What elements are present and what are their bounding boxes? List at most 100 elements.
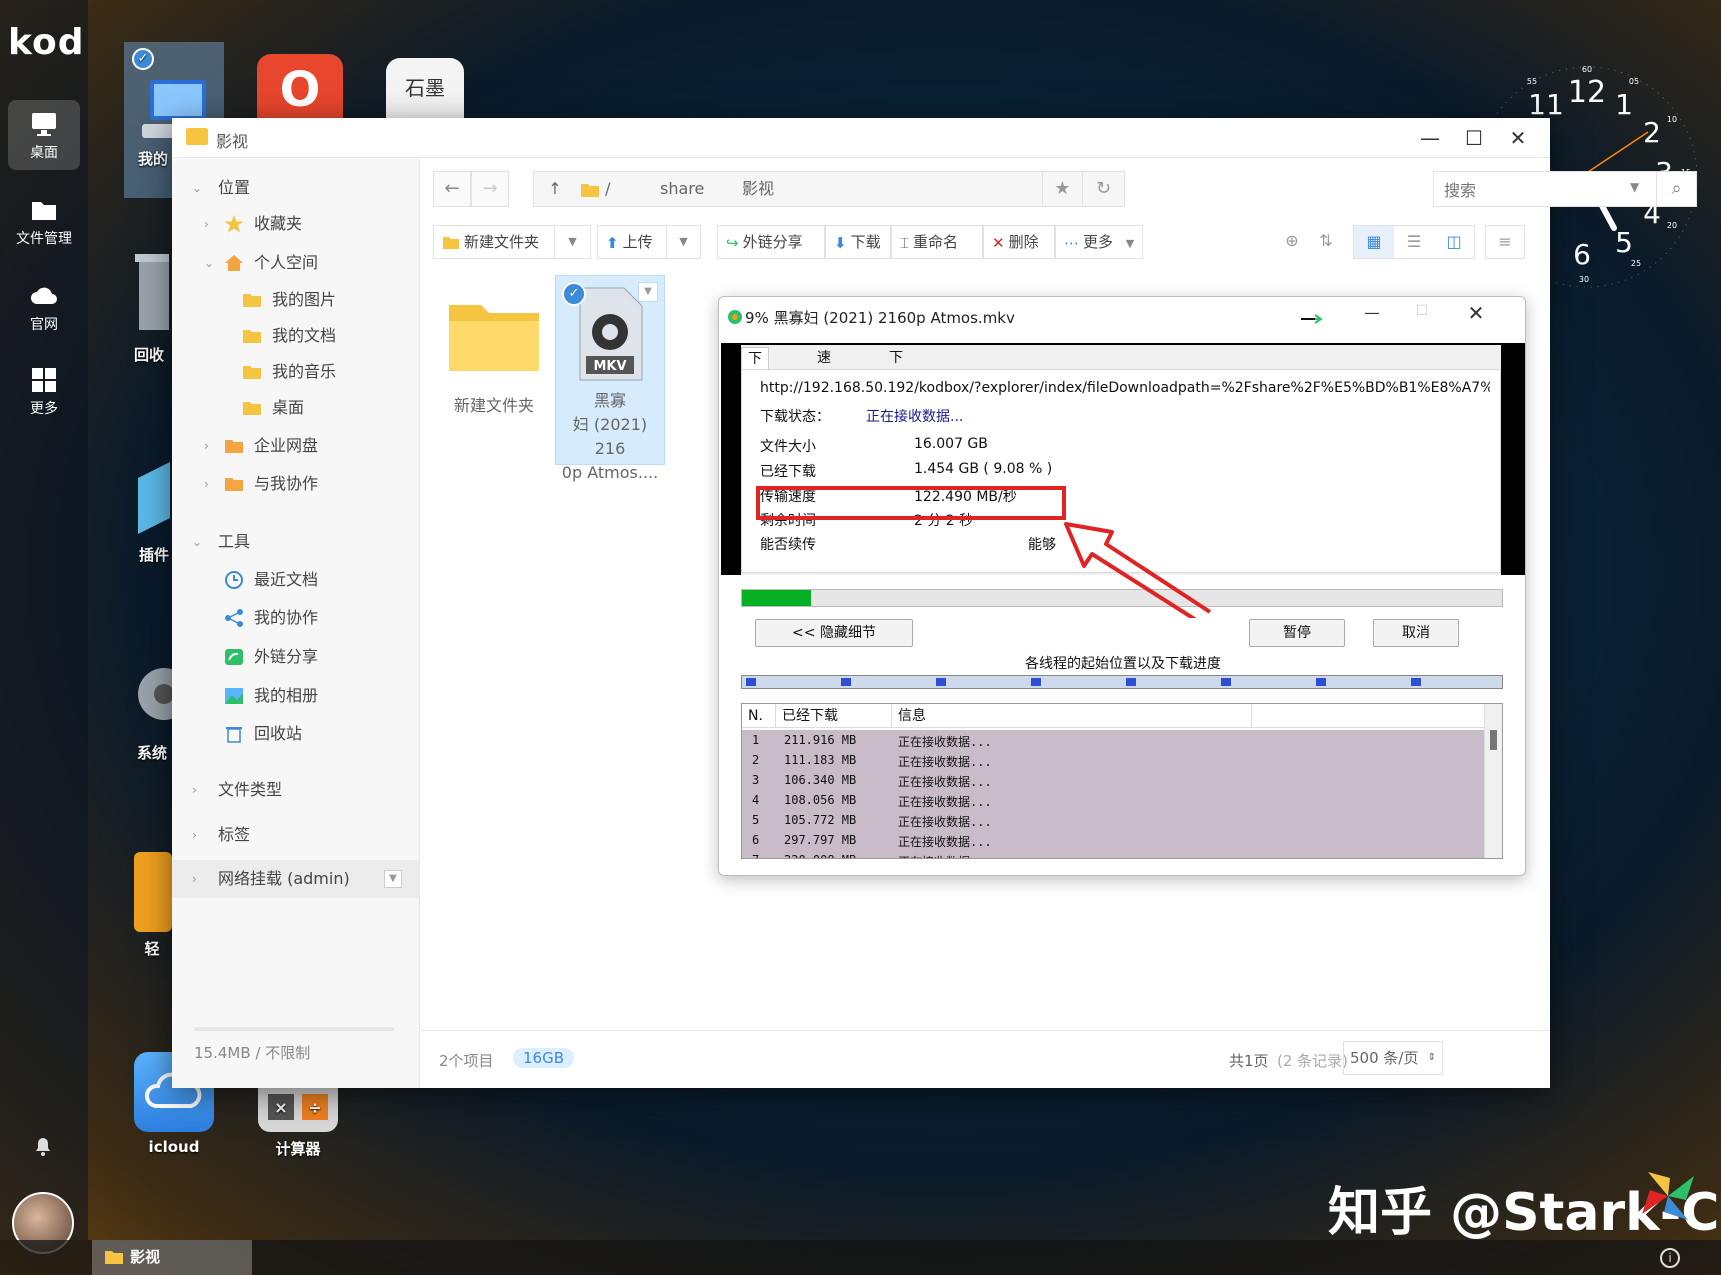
sidebar-item-my-documents[interactable]: 我的文档 [172, 319, 420, 353]
dock-item-desktop[interactable]: 桌面 [8, 100, 80, 170]
sidebar-item-desktop[interactable]: 桌面 [172, 391, 420, 425]
minimize-button[interactable]: — [1410, 124, 1450, 152]
grid-row[interactable]: 1 211.916 MB 正在接收数据... [742, 730, 1484, 750]
taskbar-item-explorer[interactable]: 影视 [92, 1240, 252, 1275]
list-view-icon[interactable]: ☰ [1394, 226, 1434, 258]
new-folder-button[interactable]: 新建文件夹 ▼ [433, 225, 591, 259]
file-item-folder[interactable]: 新建文件夹 [439, 299, 549, 418]
tab-completion-options[interactable]: 下载完成选项 [883, 347, 909, 476]
breadcrumb-current[interactable]: 影视 [742, 172, 774, 206]
desktop-icon-plugins[interactable]: 插件 [134, 458, 174, 565]
chevron-down-icon[interactable]: ▼ [1630, 180, 1639, 194]
link-share-button[interactable]: ↪ 外链分享 [717, 225, 825, 259]
tab-speed-limit[interactable]: 速度限制 [811, 347, 837, 432]
sidebar-section-location[interactable]: ⌄ 位置 [172, 171, 420, 205]
chevron-down-icon[interactable]: ▼ [554, 226, 590, 258]
info-icon[interactable]: i [1660, 1248, 1680, 1268]
desktop-icon-app[interactable]: 轻 [132, 850, 172, 959]
sidebar-section-file-types[interactable]: › 文件类型 [172, 773, 420, 807]
rename-button[interactable]: ⌶ 重命名 [891, 225, 983, 259]
download-manager-icon [728, 310, 742, 324]
grid-row[interactable]: 3 106.340 MB 正在接收数据... [742, 770, 1484, 790]
grid-row[interactable]: 6 297.797 MB 正在接收数据... [742, 830, 1484, 850]
minimize-button[interactable]: — [1357, 303, 1387, 327]
sidebar-item-link-share[interactable]: 外链分享 [172, 640, 420, 674]
rename-icon: ⌶ [900, 233, 910, 252]
desktop-icon-system[interactable]: 系统 [130, 654, 190, 763]
column-header-downloaded[interactable]: 已经下载 [776, 704, 892, 728]
scroll-thumb[interactable] [1490, 730, 1497, 750]
breadcrumb-root[interactable]: / [580, 172, 610, 206]
dock-item-website[interactable]: 官网 [8, 272, 80, 342]
grid-row[interactable]: 4 108.056 MB 正在接收数据... [742, 790, 1484, 810]
file-item-mkv[interactable]: ✓ ▼ MKV 黑寡 妇 (2021) 216 0p Atmos.... [555, 275, 665, 482]
sidebar-item-my-collab[interactable]: 我的协作 [172, 601, 420, 635]
close-button[interactable]: ✕ [1498, 124, 1538, 152]
refresh-icon[interactable]: ↻ [1082, 172, 1124, 206]
checkmark-icon[interactable]: ✓ [562, 282, 586, 306]
details-panel-icon[interactable]: ≡ [1485, 225, 1525, 259]
desktop-tile-shimo[interactable]: 石墨 [386, 58, 464, 118]
sidebar-item-personal-space[interactable]: ⌄ 个人空间 [172, 246, 420, 280]
tab-download-status[interactable]: 下载状态 [741, 347, 769, 433]
sort-icon[interactable]: ⇅ [1315, 231, 1337, 253]
maximize-button[interactable]: ☐ [1407, 303, 1437, 327]
sidebar-item-recycle-bin[interactable]: 回收站 [172, 717, 420, 751]
item-count: 2个项目 [439, 1052, 494, 1070]
sidebar-item-shared-with-me[interactable]: › 与我协作 [172, 467, 420, 501]
sidebar-section-network-mount[interactable]: › 网络挂载 (admin) ▼ [172, 860, 420, 898]
delete-button[interactable]: ✕ 删除 [983, 225, 1055, 259]
sidebar-item-enterprise-drive[interactable]: › 企业网盘 [172, 429, 420, 463]
split-view-icon[interactable]: ◫ [1434, 226, 1474, 258]
desktop-icon-recycle[interactable]: 回收 [126, 250, 172, 365]
close-button[interactable]: ✕ [1461, 301, 1491, 327]
bell-icon[interactable] [34, 1136, 52, 1156]
column-header-n[interactable]: N. [742, 704, 776, 728]
up-button[interactable]: ↑ [540, 172, 570, 206]
share-nodes-icon [225, 609, 243, 627]
dock-item-file-manager[interactable]: 文件管理 [8, 186, 80, 256]
grid-row[interactable]: 2 111.183 MB 正在接收数据... [742, 750, 1484, 770]
dock-item-more[interactable]: 更多 [8, 356, 80, 426]
download-button[interactable]: ⬇ 下载 [825, 225, 891, 259]
desktop-icon-calculator[interactable]: × ÷ 计算器 [252, 1084, 344, 1159]
star-icon[interactable]: ★ [1042, 172, 1082, 206]
dropdown-icon[interactable]: ▼ [384, 870, 402, 888]
per-page-select[interactable]: 500 条/页 ⇕ [1343, 1041, 1443, 1075]
hide-details-button[interactable]: << 隐藏细节 [755, 619, 913, 647]
sidebar-section-tags[interactable]: › 标签 [172, 818, 420, 852]
field-label-file-size: 文件大小 [760, 439, 816, 455]
chevron-down-icon[interactable]: ▼ [638, 282, 658, 302]
svg-text:×: × [274, 1098, 287, 1117]
clock-icon [225, 571, 243, 589]
grid-row[interactable]: 7 220.008 MB 正在接收数据... [742, 850, 1484, 858]
back-button[interactable]: ← [433, 171, 471, 207]
sidebar-item-my-album[interactable]: 我的相册 [172, 679, 420, 713]
more-button[interactable]: ⋯ 更多 ▼ [1055, 225, 1143, 259]
segments-label: 各线程的起始位置以及下载进度 [1025, 656, 1221, 672]
sidebar-item-recent-docs[interactable]: 最近文档 [172, 563, 420, 597]
breadcrumb-share[interactable]: share [660, 172, 704, 206]
sidebar-item-my-music[interactable]: 我的音乐 [172, 355, 420, 389]
sidebar-item-label: 桌面 [272, 398, 305, 417]
sidebar-section-tools[interactable]: ⌄ 工具 [172, 525, 420, 559]
search-icon[interactable]: ⌕ [1656, 172, 1696, 206]
upload-button[interactable]: ⬆ 上传 ▼ [597, 225, 701, 259]
forward-button[interactable]: → [471, 171, 509, 207]
desktop-tile-office[interactable]: O [257, 54, 343, 118]
chevron-down-icon[interactable]: ▼ [666, 226, 700, 258]
grid-cell-downloaded: 106.340 MB [784, 773, 857, 787]
grid-cell-info: 正在接收数据... [898, 795, 992, 809]
cancel-button[interactable]: 取消 [1373, 619, 1459, 647]
vertical-scrollbar[interactable] [1484, 704, 1502, 858]
search-input[interactable] [1444, 178, 1614, 202]
shared-folder-icon [225, 478, 243, 491]
grid-row[interactable]: 5 105.772 MB 正在接收数据... [742, 810, 1484, 830]
column-header-info[interactable]: 信息 [892, 704, 1252, 728]
sidebar-item-favorites[interactable]: › 收藏夹 [172, 207, 420, 241]
pause-button[interactable]: 暂停 [1249, 619, 1345, 647]
maximize-button[interactable]: ☐ [1454, 124, 1494, 152]
grid-view-icon[interactable]: ▦ [1354, 226, 1394, 258]
sidebar-item-my-pictures[interactable]: 我的图片 [172, 283, 420, 317]
zoom-icon[interactable]: ⊕ [1281, 231, 1303, 253]
